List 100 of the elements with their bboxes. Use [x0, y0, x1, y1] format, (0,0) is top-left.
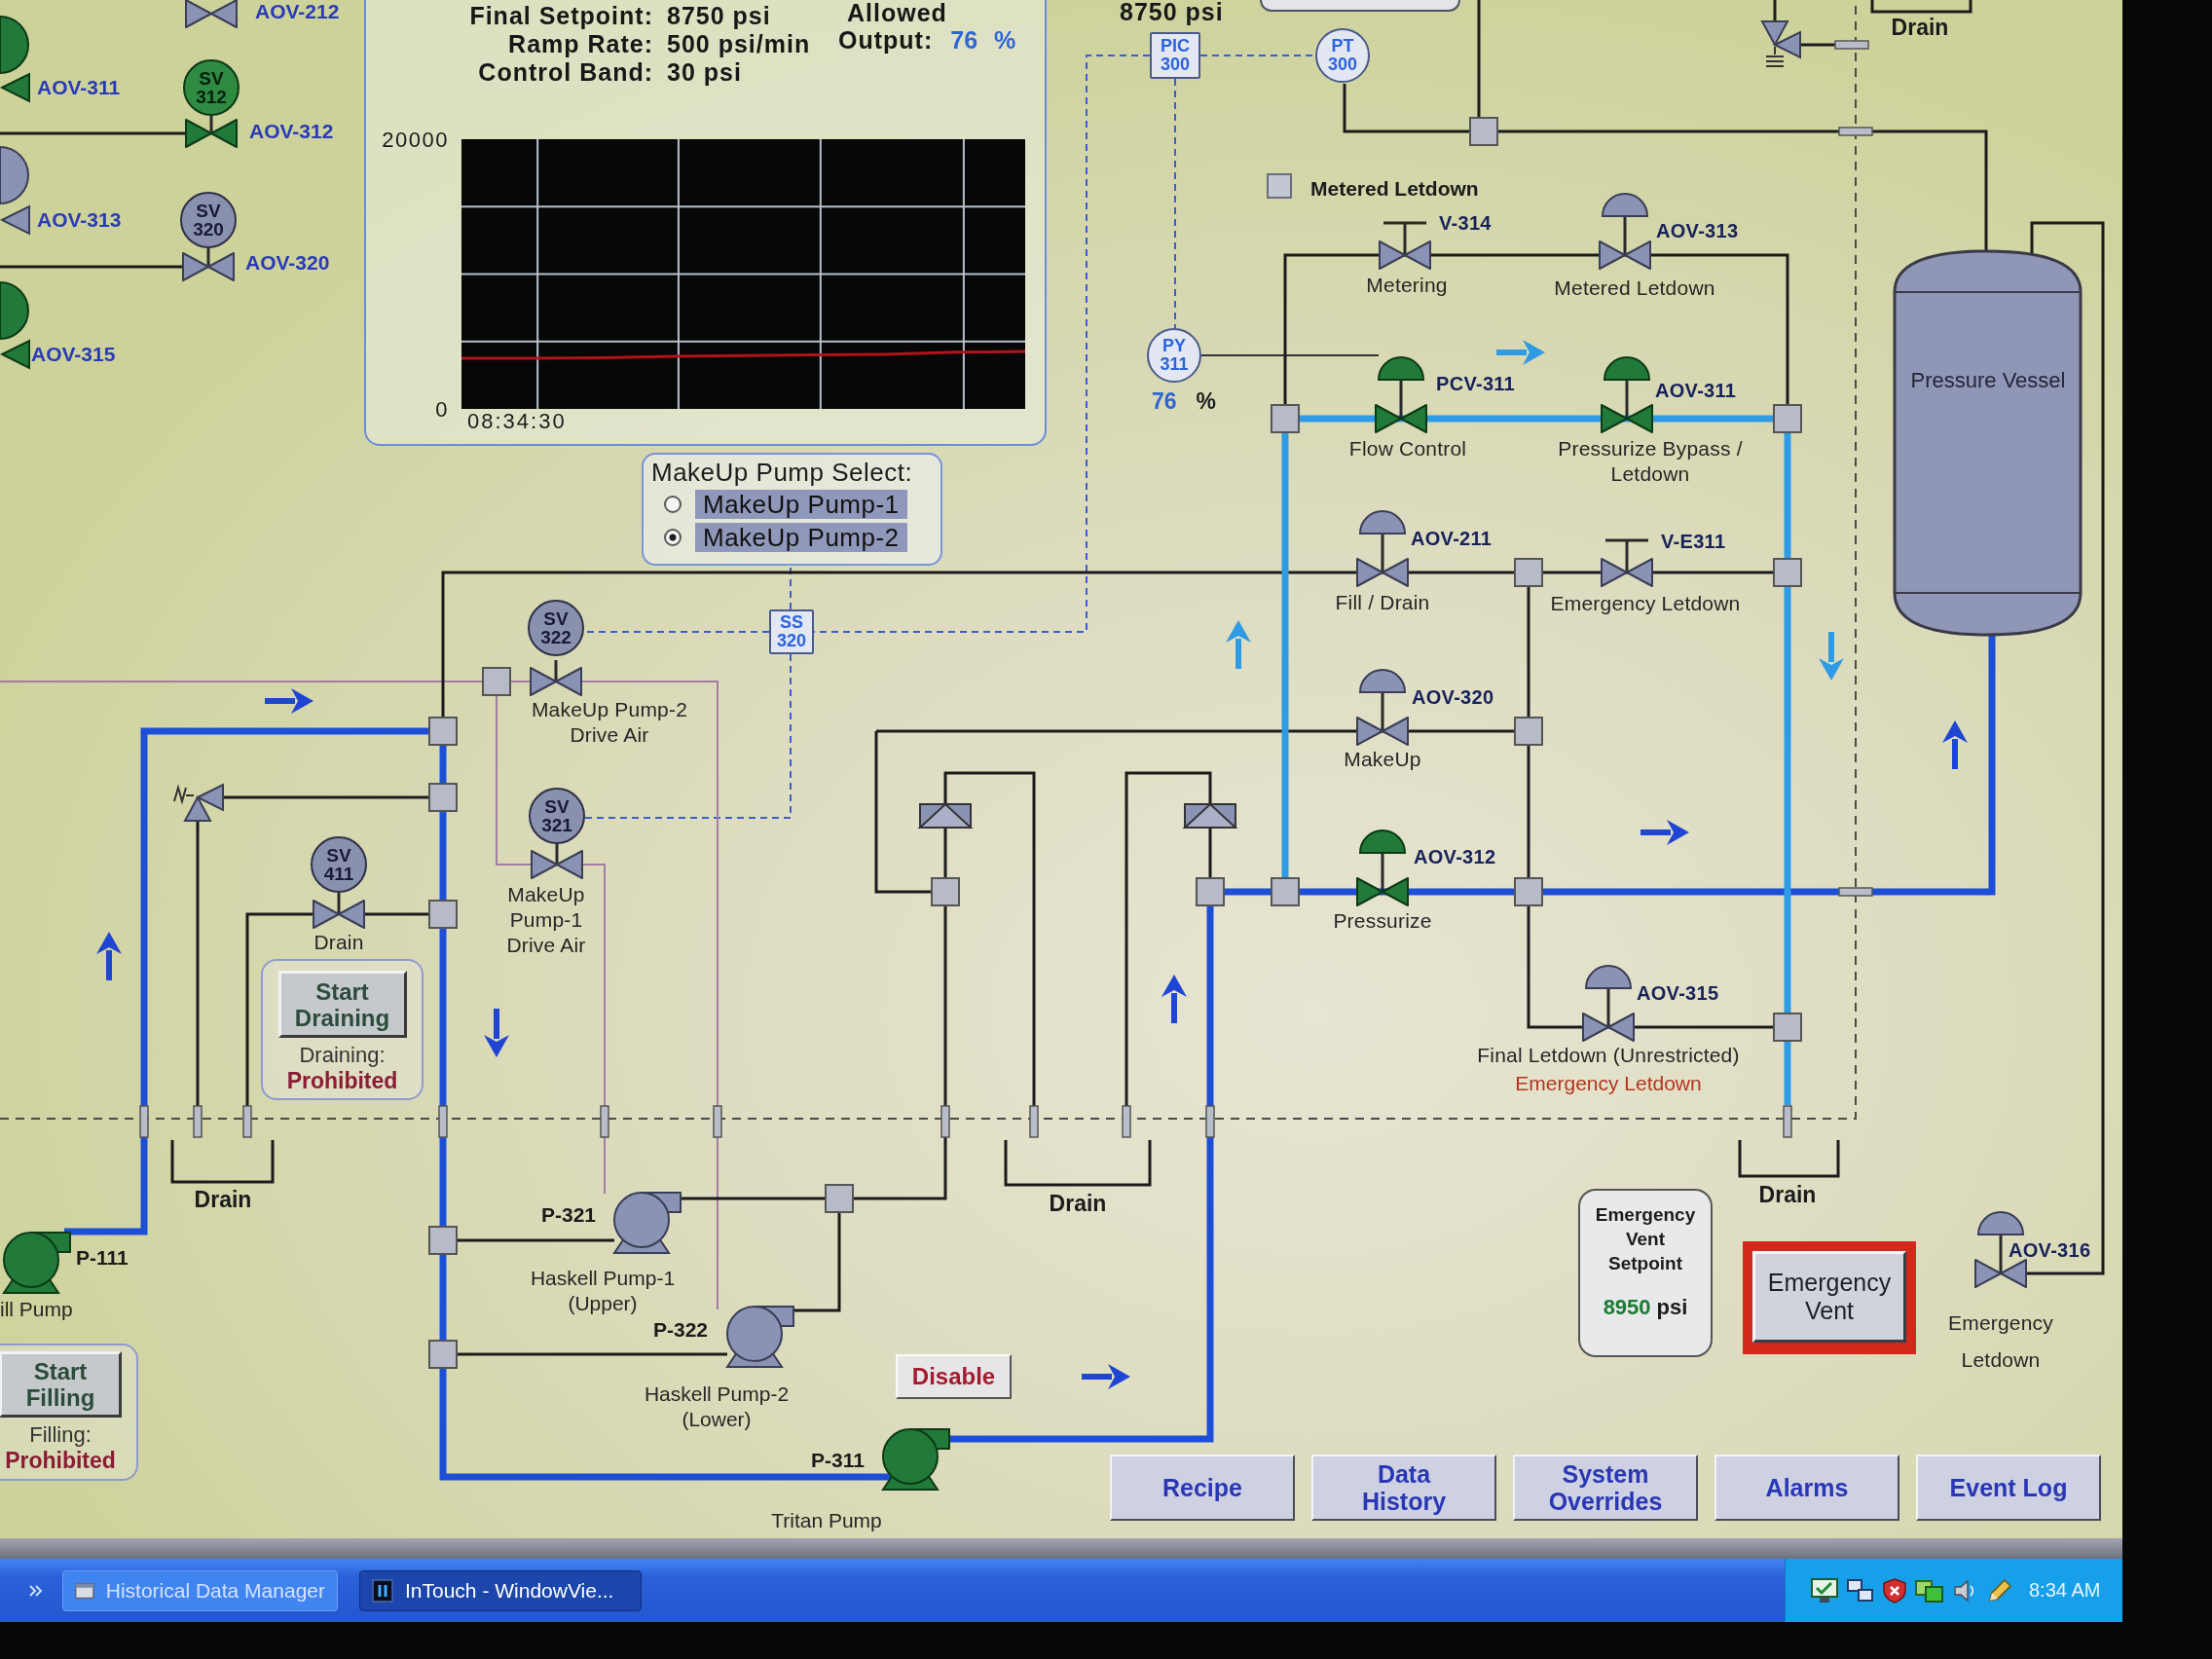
relief-valve-icon — [173, 783, 224, 822]
field-label: Control Band: — [477, 58, 653, 87]
valve-icon[interactable] — [530, 660, 582, 696]
pump-icon[interactable] — [612, 1192, 682, 1254]
junction-icon — [1514, 877, 1543, 906]
reading-unit: % — [1196, 388, 1217, 414]
pencil-icon[interactable] — [1987, 1577, 2012, 1604]
valve-icon[interactable] — [185, 0, 238, 28]
check-valve-icon — [1182, 802, 1238, 829]
up-arrow-icon — [1942, 720, 1968, 769]
radio-label[interactable]: MakeUp Pump-1 — [695, 490, 907, 519]
valve-icon[interactable] — [1601, 538, 1653, 587]
pump-tag: P-321 — [540, 1203, 596, 1227]
valve-tag: AOV-315 — [31, 343, 116, 366]
valve-tag: AOV-311 — [37, 76, 121, 99]
axis-label: 0 — [435, 397, 449, 422]
valve-icon[interactable] — [531, 843, 583, 879]
start-button[interactable]: Start Draining — [277, 971, 407, 1038]
pump-icon[interactable] — [2, 1232, 71, 1294]
junction-icon — [428, 900, 458, 929]
valve-icon[interactable] — [1356, 669, 1409, 746]
monitor-icon[interactable] — [1811, 1577, 1838, 1604]
valve-icon[interactable] — [0, 72, 30, 103]
start-button[interactable]: Start Filling — [0, 1351, 122, 1418]
valve-icon[interactable] — [1582, 965, 1635, 1042]
valve-icon[interactable] — [182, 245, 235, 281]
emergency-vent-button[interactable]: Emergency Vent — [1752, 1251, 1906, 1343]
valve-tag: AOV-311 — [1655, 379, 1737, 402]
junction-icon — [1773, 1013, 1802, 1042]
computer-icon[interactable] — [1915, 1577, 1944, 1604]
valve-tag: AOV-320 — [245, 251, 330, 275]
radio-button[interactable] — [664, 496, 682, 513]
nav-button[interactable]: Recipe — [1110, 1455, 1295, 1521]
chevron-icon[interactable] — [29, 1584, 43, 1597]
solenoid-bubble: SV 411 — [311, 836, 367, 893]
up-arrow-icon — [96, 932, 122, 980]
nav-button[interactable]: Alarms — [1714, 1455, 1899, 1521]
signal-line — [790, 565, 792, 610]
field-label: Ramp Rate: — [507, 30, 653, 58]
drain-label: Drain — [194, 1187, 252, 1212]
valve-icon[interactable] — [0, 339, 30, 370]
field-label: Final Setpoint: — [468, 2, 653, 30]
valve-icon[interactable] — [0, 204, 30, 236]
valve-tag: V-E311 — [1661, 530, 1726, 553]
checkbox[interactable] — [1267, 173, 1292, 199]
interlock-status: Prohibited — [5, 1448, 116, 1473]
valve-icon[interactable] — [1375, 356, 1427, 433]
nav-button[interactable]: Event Log — [1916, 1455, 2101, 1521]
field-value: 8750 psi — [667, 2, 772, 30]
valve-icon[interactable] — [1379, 221, 1431, 270]
flange-icon — [1838, 887, 1873, 897]
valve-caption: MakeUp Pump-2 Drive Air — [531, 697, 688, 748]
drain-label: Drain — [1891, 15, 1949, 40]
pipe-line — [1800, 43, 1835, 47]
valve-icon[interactable] — [1601, 356, 1653, 433]
valve-tag: AOV-211 — [1411, 527, 1493, 550]
valve-icon[interactable] — [313, 893, 365, 929]
flange-icon — [438, 1105, 448, 1138]
solenoid-bubble: SV 312 — [183, 59, 240, 116]
nav-button[interactable]: System Overrides — [1513, 1455, 1698, 1521]
down-arrow-icon — [1819, 632, 1844, 681]
valve-caption: Flow Control — [1348, 436, 1467, 461]
disable-button[interactable]: Disable — [896, 1354, 1012, 1399]
valve-caption: Metered Letdown — [1554, 276, 1715, 301]
interlock-status: Prohibited — [286, 1068, 398, 1093]
flange-icon — [242, 1105, 252, 1138]
pressure-reading: 8750 psi — [1120, 0, 1224, 23]
right-arrow-icon — [1641, 820, 1689, 845]
pipe-line — [1773, 0, 1777, 21]
radio-button[interactable] — [664, 529, 682, 546]
valve-tag: AOV-313 — [37, 208, 122, 232]
up-arrow-icon — [1226, 620, 1251, 669]
junction-icon — [428, 1340, 458, 1369]
valve-icon[interactable] — [1599, 193, 1651, 270]
flange-icon — [1205, 1105, 1215, 1138]
output-unit: % — [994, 25, 1016, 55]
junction-icon — [1196, 877, 1225, 906]
pump-icon[interactable] — [725, 1306, 794, 1368]
valve-icon[interactable] — [1356, 830, 1409, 906]
flange-icon — [1783, 1105, 1792, 1138]
solenoid-bubble: SV 322 — [528, 600, 584, 656]
flange-icon — [1834, 40, 1869, 50]
valve-caption: Emergency Letdown — [1948, 1310, 2053, 1373]
network-icon[interactable] — [1847, 1577, 1874, 1604]
instrument-box: SS 320 — [769, 609, 814, 654]
pump-icon[interactable] — [881, 1428, 950, 1491]
flange-icon — [1838, 127, 1873, 136]
right-arrow-icon — [265, 688, 313, 714]
flange-icon — [139, 1105, 149, 1138]
radio-label[interactable]: MakeUp Pump-2 — [695, 523, 907, 552]
solenoid-bubble: SV 320 — [180, 192, 237, 248]
junction-icon — [1271, 404, 1300, 433]
field-value: 500 psi/min — [667, 30, 812, 58]
valve-icon[interactable] — [1356, 510, 1409, 587]
shield-icon[interactable] — [1883, 1577, 1906, 1604]
pump-caption: Haskell Pump-2 (Lower) — [644, 1382, 790, 1432]
task-button[interactable]: InTouch - WindowVie... — [359, 1569, 642, 1611]
nav-button[interactable]: Data History — [1311, 1455, 1496, 1521]
drain-label: Drain — [1758, 1182, 1817, 1207]
junction-icon — [1773, 404, 1802, 433]
